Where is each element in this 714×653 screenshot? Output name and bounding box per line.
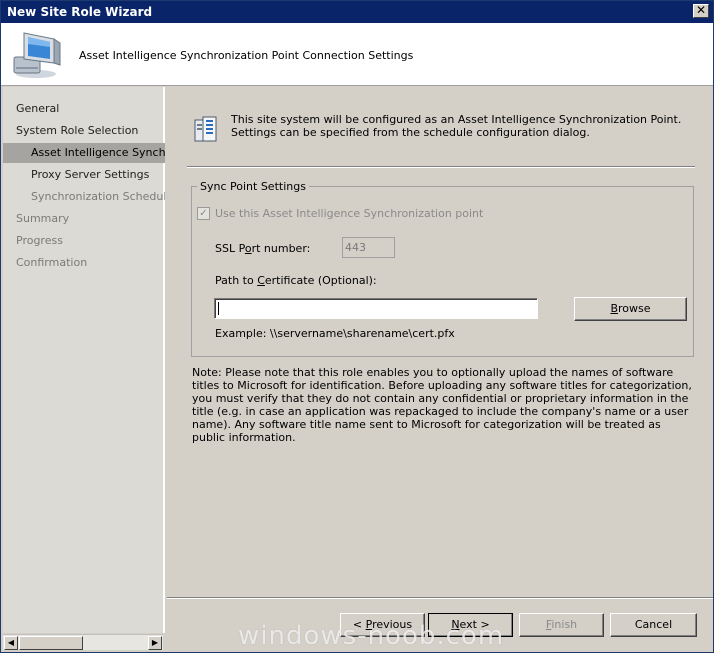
scroll-right-icon[interactable]: ▶: [148, 636, 162, 650]
ssl-port-label: SSL Port number:: [215, 242, 311, 255]
certificate-path-label: Path to Certificate (Optional):: [215, 274, 377, 287]
window-title: New Site Role Wizard: [7, 5, 153, 19]
nav-item-asset-intelligence[interactable]: Asset Intelligence Synchronization Point: [3, 143, 165, 163]
divider: [187, 166, 695, 168]
scroll-left-icon[interactable]: ◀: [4, 636, 18, 650]
wizard-content: This site system will be configured as a…: [167, 87, 713, 597]
nav-item-summary[interactable]: Summary: [3, 209, 165, 229]
text-caret: [218, 302, 219, 315]
wizard-window: New Site Role Wizard ✕ Asset Intelligenc…: [0, 0, 714, 653]
title-bar[interactable]: New Site Role Wizard ✕: [1, 1, 713, 23]
button-divider: [167, 597, 713, 599]
nav-scrollbar[interactable]: ◀ ▶: [3, 634, 163, 650]
privacy-note: Note: Please note that this role enables…: [192, 366, 692, 444]
nav-item-synchronization-schedule[interactable]: Synchronization Schedule: [3, 187, 165, 207]
nav-item-system-role-selection[interactable]: System Role Selection: [3, 121, 165, 141]
certificate-path-input[interactable]: [214, 298, 538, 319]
cancel-button[interactable]: Cancel: [610, 613, 697, 637]
nav-item-general[interactable]: General: [3, 99, 165, 119]
wizard-nav: General System Role Selection Asset Inte…: [3, 87, 165, 633]
use-sync-point-label: Use this Asset Intelligence Synchronizat…: [215, 206, 484, 220]
use-sync-point-checkbox[interactable]: ✓ Use this Asset Intelligence Synchroniza…: [197, 206, 483, 220]
close-button[interactable]: ✕: [693, 4, 709, 18]
example-text: Example: \\servername\sharename\cert.pfx: [215, 327, 455, 340]
wizard-header: Asset Intelligence Synchronization Point…: [1, 23, 713, 86]
info-text: This site system will be configured as a…: [231, 113, 682, 139]
nav-item-proxy-server-settings[interactable]: Proxy Server Settings: [3, 165, 165, 185]
computer-icon: [13, 32, 61, 78]
page-heading: Asset Intelligence Synchronization Point…: [79, 49, 414, 62]
server-icon: [194, 116, 217, 142]
ssl-port-field[interactable]: 443: [342, 237, 395, 258]
checkmark-icon[interactable]: ✓: [197, 206, 210, 220]
nav-item-confirmation[interactable]: Confirmation: [3, 253, 165, 273]
finish-button[interactable]: Finish: [519, 613, 604, 637]
browse-button[interactable]: Browse: [574, 297, 687, 321]
scroll-thumb[interactable]: [19, 636, 83, 650]
nav-item-progress[interactable]: Progress: [3, 231, 165, 251]
group-title: Sync Point Settings: [197, 180, 309, 193]
watermark-text: windows-noob.com: [238, 621, 505, 651]
